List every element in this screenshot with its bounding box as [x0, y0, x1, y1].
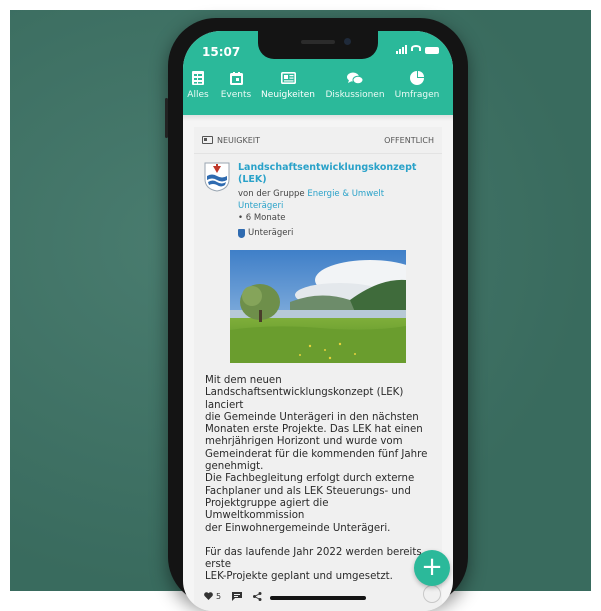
add-button[interactable]: + [414, 550, 450, 586]
municipality-crest-icon [204, 162, 230, 192]
tab-label: Diskussionen [325, 90, 385, 100]
location-tag[interactable]: Unterägeri [238, 227, 432, 239]
visibility-label: OFFENTLICH [384, 135, 434, 145]
municipality-crest-icon [238, 228, 245, 238]
body-paragraph: Für das laufende Jahr 2022 werden bereit… [205, 546, 422, 583]
card-header: NEUIGKEIT OFFENTLICH [194, 127, 442, 154]
newspaper-icon [280, 69, 296, 87]
post-header: Landschaftsentwicklungskonzept (LEK) von… [194, 154, 442, 247]
phone-frame: 15:07 Alles Events Neuigkeiten Diskussio… [165, 18, 468, 611]
list-icon [192, 69, 204, 87]
pie-chart-icon [410, 69, 424, 87]
heart-icon [204, 592, 213, 600]
location-label: Unterägeri [248, 228, 294, 238]
share-icon [253, 591, 262, 601]
post-body: Mit dem neuen Landschaftsentwicklungskon… [194, 363, 442, 584]
comment-icon [232, 591, 243, 601]
card-type-label: NEUIGKEIT [217, 135, 260, 145]
scroll-indicator [423, 585, 441, 603]
battery-icon [425, 47, 439, 54]
tab-umfragen[interactable]: Umfragen [393, 69, 441, 115]
group-prefix: von der Gruppe [238, 189, 305, 199]
like-count: 5 [216, 591, 222, 601]
post-title-link[interactable]: Landschaftsentwicklungskonzept (LEK) [238, 162, 432, 186]
tab-neuigkeiten[interactable]: Neuigkeiten [259, 69, 317, 115]
status-icons [396, 45, 439, 54]
post-photo[interactable] [230, 250, 406, 363]
newspaper-icon [202, 136, 213, 144]
wifi-icon [411, 45, 421, 54]
post-age: • 6 Monate [238, 213, 286, 223]
header-shadow [183, 115, 453, 121]
screen: 15:07 Alles Events Neuigkeiten Diskussio… [183, 31, 453, 611]
tab-events[interactable]: Events [213, 69, 259, 115]
share-button[interactable] [253, 591, 262, 601]
tab-label: Alles [187, 90, 209, 100]
tab-diskussionen[interactable]: Diskussionen [317, 69, 393, 115]
tab-label: Neuigkeiten [261, 90, 315, 100]
status-time: 15:07 [202, 45, 241, 59]
home-indicator[interactable] [270, 596, 366, 600]
nav-tabs: Alles Events Neuigkeiten Diskussionen Um… [183, 69, 453, 115]
comment-button[interactable] [232, 591, 243, 601]
news-card[interactable]: NEUIGKEIT OFFENTLICH Landschaftsentwickl… [194, 127, 442, 611]
tab-label: Events [220, 90, 252, 100]
chat-bubbles-icon [347, 69, 363, 87]
body-paragraph: Mit dem neuen Landschaftsentwicklungskon… [205, 375, 428, 534]
tab-alles[interactable]: Alles [183, 69, 213, 115]
signal-icon [396, 45, 407, 54]
tab-label: Umfragen [394, 90, 440, 100]
like-button[interactable]: 5 [204, 592, 221, 601]
calendar-icon [229, 69, 243, 87]
notch [258, 31, 378, 59]
